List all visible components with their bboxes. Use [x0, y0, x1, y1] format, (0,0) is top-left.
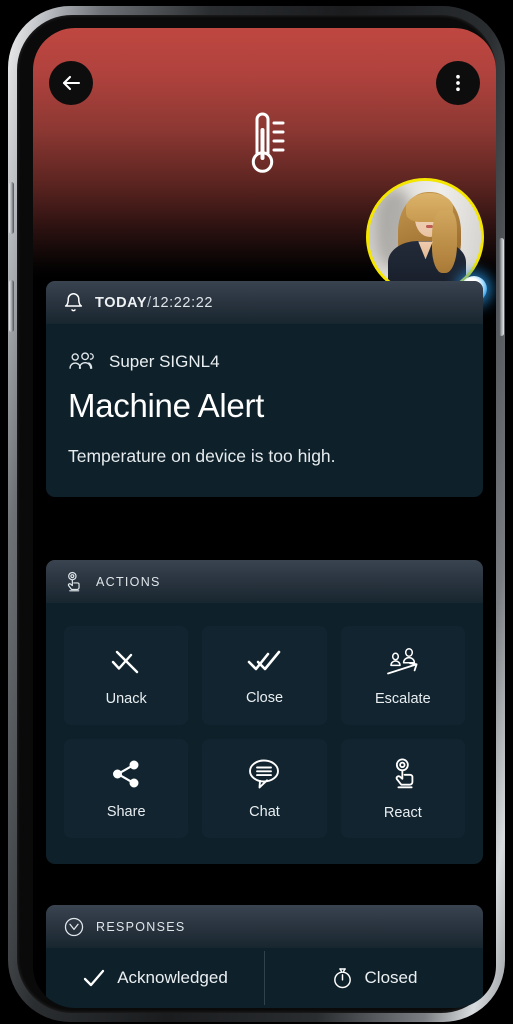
phone-screen: TODAY/12:22:22 Super SIGNL4 Machine Aler… — [33, 28, 496, 1008]
actions-card: ACTIONS Unack Close Escalate Share Chat … — [46, 560, 483, 864]
responses-card: RESPONSES Acknowledged Closed — [46, 905, 483, 1008]
thermometer-icon — [241, 108, 289, 182]
action-label: Escalate — [375, 690, 431, 707]
action-label: Close — [245, 689, 284, 706]
share-nodes-icon — [109, 758, 143, 790]
action-close-button[interactable]: Close — [202, 626, 327, 725]
alert-card-body: Super SIGNL4 Machine Alert Temperature o… — [46, 324, 483, 497]
actions-grid: Unack Close Escalate Share Chat React — [46, 603, 483, 864]
action-share-button[interactable]: Share — [64, 739, 189, 838]
overflow-menu-button[interactable] — [436, 61, 480, 105]
escalate-users-arrow-icon — [383, 645, 423, 677]
action-label: Chat — [249, 803, 280, 820]
alert-card: TODAY/12:22:22 Super SIGNL4 Machine Aler… — [46, 281, 483, 497]
volume-down-button[interactable] — [9, 280, 14, 332]
responses-card-header: RESPONSES — [46, 905, 483, 948]
alert-card-header: TODAY/12:22:22 — [46, 281, 483, 324]
responses-tabs: Acknowledged Closed — [46, 948, 483, 1008]
tab-acknowledged[interactable]: Acknowledged — [46, 948, 264, 1008]
alert-timestamp: TODAY/12:22:22 — [95, 295, 213, 311]
tap-hand-icon — [387, 757, 419, 791]
action-label: Unack — [105, 690, 147, 707]
clock-icon — [63, 916, 85, 938]
tab-label: Closed — [364, 968, 418, 987]
action-react-button[interactable]: React — [340, 739, 465, 838]
arrow-left-icon — [59, 71, 83, 95]
action-chat-button[interactable]: Chat — [202, 739, 327, 838]
action-unack-button[interactable]: Unack — [64, 626, 189, 725]
power-button[interactable] — [499, 238, 504, 336]
group-users-icon — [68, 350, 95, 373]
double-check-icon — [246, 646, 282, 676]
alert-group: Super SIGNL4 — [68, 350, 461, 373]
actions-card-header: ACTIONS — [46, 560, 483, 603]
avatar-hair-side — [431, 210, 458, 273]
responses-header-label: RESPONSES — [96, 919, 186, 934]
tap-hand-icon — [63, 571, 85, 593]
tab-label: Acknowledged — [117, 968, 228, 987]
action-label: Share — [106, 803, 146, 820]
alert-title: Machine Alert — [68, 387, 265, 424]
back-button[interactable] — [49, 61, 93, 105]
tab-closed[interactable]: Closed — [265, 948, 483, 1008]
chat-bubble-icon — [246, 758, 282, 790]
volume-up-button[interactable] — [9, 182, 14, 234]
screenshot-stage: TODAY/12:22:22 Super SIGNL4 Machine Aler… — [0, 0, 513, 1024]
bell-icon — [63, 292, 84, 313]
check-slash-icon — [108, 645, 144, 677]
more-vertical-icon — [447, 72, 469, 94]
action-label: React — [383, 804, 422, 821]
alert-group-name: Super SIGNL4 — [109, 351, 220, 371]
check-icon — [82, 968, 106, 988]
stopwatch-icon — [331, 966, 354, 990]
actions-header-label: ACTIONS — [96, 574, 161, 589]
phone-frame: TODAY/12:22:22 Super SIGNL4 Machine Aler… — [8, 6, 505, 1022]
alert-day-label: TODAY — [95, 294, 148, 311]
alert-message: Temperature on device is too high. — [68, 445, 336, 466]
alert-time: 12:22:22 — [151, 294, 214, 311]
action-escalate-button[interactable]: Escalate — [340, 626, 465, 725]
